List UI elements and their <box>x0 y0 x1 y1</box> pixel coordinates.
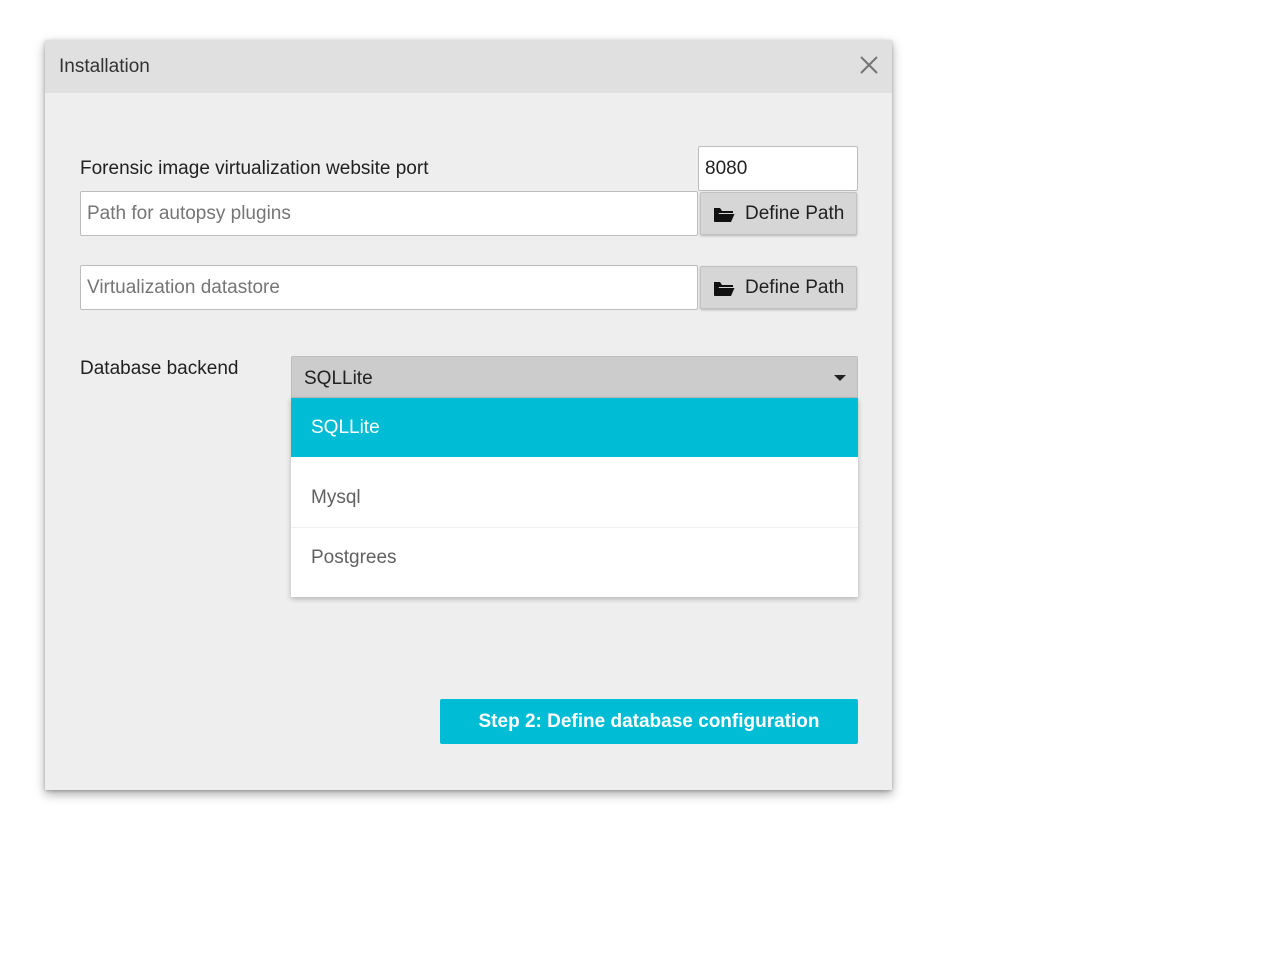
datastore-input[interactable] <box>80 265 698 310</box>
dialog-title: Installation <box>59 56 150 77</box>
chevron-down-icon <box>834 375 846 381</box>
option-postgrees[interactable]: Postgrees <box>291 528 858 587</box>
define-path-label: Define Path <box>745 203 845 224</box>
option-sqllite[interactable]: SQLLite <box>291 398 858 457</box>
define-plugins-path-button[interactable]: Define Path <box>700 192 857 235</box>
installation-dialog: Installation Forensic image virtualizati… <box>45 40 892 790</box>
database-backend-label: Database backend <box>80 358 239 379</box>
database-selected-value: SQLLite <box>304 368 373 389</box>
folder-open-icon <box>714 208 735 222</box>
database-options-dropdown: SQLLite Mysql Postgrees <box>291 398 858 597</box>
define-datastore-path-button[interactable]: Define Path <box>700 266 857 309</box>
define-path-label: Define Path <box>745 277 845 298</box>
define-database-configuration-button[interactable]: Step 2: Define database configuration <box>440 699 858 744</box>
plugins-path-input[interactable] <box>80 191 698 236</box>
database-backend-select[interactable]: SQLLite <box>291 356 858 398</box>
port-label: Forensic image virtualization website po… <box>80 158 429 179</box>
option-mysql[interactable]: Mysql <box>291 468 858 527</box>
close-icon <box>860 56 878 74</box>
folder-open-icon <box>714 282 735 296</box>
close-button[interactable] <box>858 54 880 76</box>
dialog-titlebar: Installation <box>45 40 892 93</box>
port-input[interactable] <box>698 146 858 191</box>
